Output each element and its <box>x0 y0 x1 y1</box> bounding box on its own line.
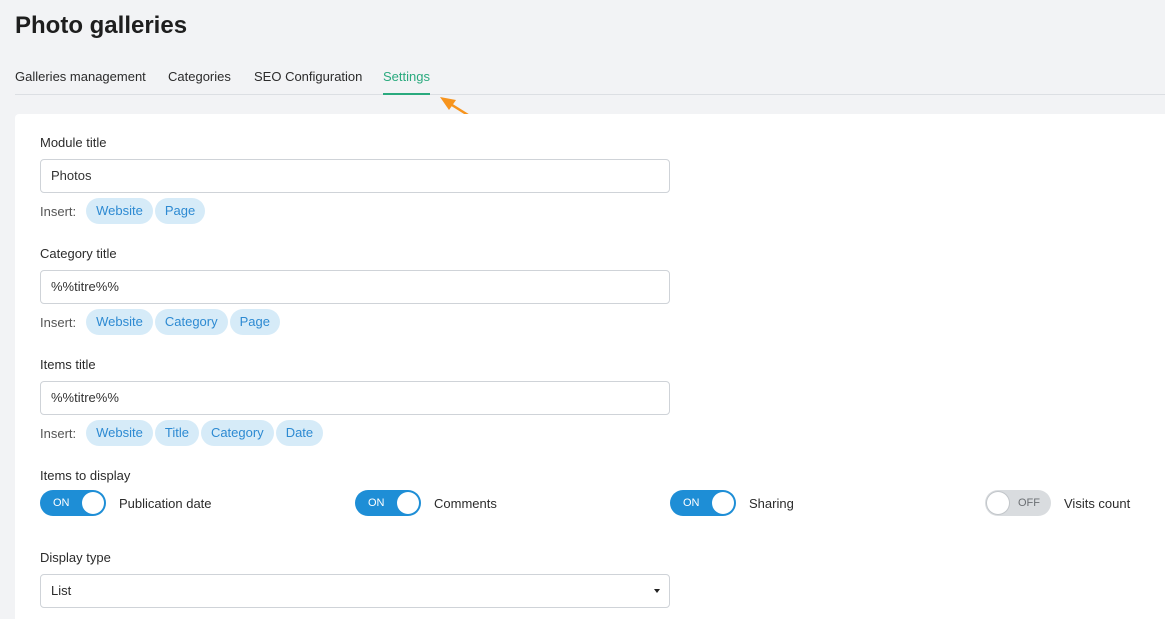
module-title-label: Module title <box>40 135 107 150</box>
chip-category[interactable]: Category <box>154 309 228 335</box>
publication-date-label: Publication date <box>119 495 212 511</box>
toggle-state: ON <box>368 497 385 509</box>
tab-bar: Galleries management Categories SEO Conf… <box>15 60 1165 95</box>
display-type-value: List <box>51 583 72 598</box>
comments-label: Comments <box>434 495 497 511</box>
toggle-group-visits-count: OFF Visits count <box>985 490 1130 516</box>
tab-seo-configuration[interactable]: SEO Configuration <box>254 69 362 84</box>
module-title-insert-row: Insert: Website Page <box>40 198 207 224</box>
items-title-input[interactable]: %%titre%% <box>40 381 670 415</box>
toggle-group-comments: ON Comments <box>355 490 497 516</box>
toggle-state: ON <box>53 497 70 509</box>
sharing-toggle[interactable]: ON <box>670 490 736 516</box>
sharing-label: Sharing <box>749 495 794 511</box>
category-title-label: Category title <box>40 246 117 261</box>
chip-date[interactable]: Date <box>275 420 324 446</box>
tab-galleries-management[interactable]: Galleries management <box>15 69 146 84</box>
display-type-select[interactable]: List <box>40 574 670 608</box>
visits-count-label: Visits count <box>1064 495 1131 511</box>
insert-label: Insert: <box>40 314 77 330</box>
items-title-insert-row: Insert: Website Title Category Date <box>40 420 325 446</box>
toggle-group-sharing: ON Sharing <box>670 490 794 516</box>
tab-settings[interactable]: Settings <box>383 69 430 95</box>
visits-count-toggle[interactable]: OFF <box>985 490 1051 516</box>
chip-website[interactable]: Website <box>86 198 153 224</box>
insert-label: Insert: <box>40 203 77 219</box>
items-title-label: Items title <box>40 357 96 372</box>
category-title-input[interactable]: %%titre%% <box>40 270 670 304</box>
chip-page[interactable]: Page <box>154 198 206 224</box>
caret-down-icon <box>654 589 660 593</box>
category-title-insert-row: Insert: Website Category Page <box>40 309 282 335</box>
chip-title[interactable]: Title <box>154 420 199 446</box>
tab-categories[interactable]: Categories <box>168 69 231 84</box>
toggle-knob <box>397 492 419 514</box>
items-to-display-label: Items to display <box>40 468 131 483</box>
publication-date-toggle[interactable]: ON <box>40 490 106 516</box>
module-title-input[interactable]: Photos <box>40 159 670 193</box>
comments-toggle[interactable]: ON <box>355 490 421 516</box>
toggle-knob <box>987 492 1009 514</box>
chip-website[interactable]: Website <box>86 420 153 446</box>
chip-website[interactable]: Website <box>86 309 153 335</box>
display-type-label: Display type <box>40 550 111 565</box>
toggle-state: ON <box>683 497 700 509</box>
insert-label: Insert: <box>40 425 77 441</box>
chip-category[interactable]: Category <box>200 420 274 446</box>
toggle-knob <box>712 492 734 514</box>
chip-page[interactable]: Page <box>229 309 280 335</box>
settings-card: Module title Photos Insert: Website Page… <box>15 114 1165 619</box>
page-title: Photo galleries <box>15 12 188 39</box>
toggle-knob <box>82 492 104 514</box>
toggle-state: OFF <box>1018 497 1040 509</box>
toggle-group-publication-date: ON Publication date <box>40 490 212 516</box>
